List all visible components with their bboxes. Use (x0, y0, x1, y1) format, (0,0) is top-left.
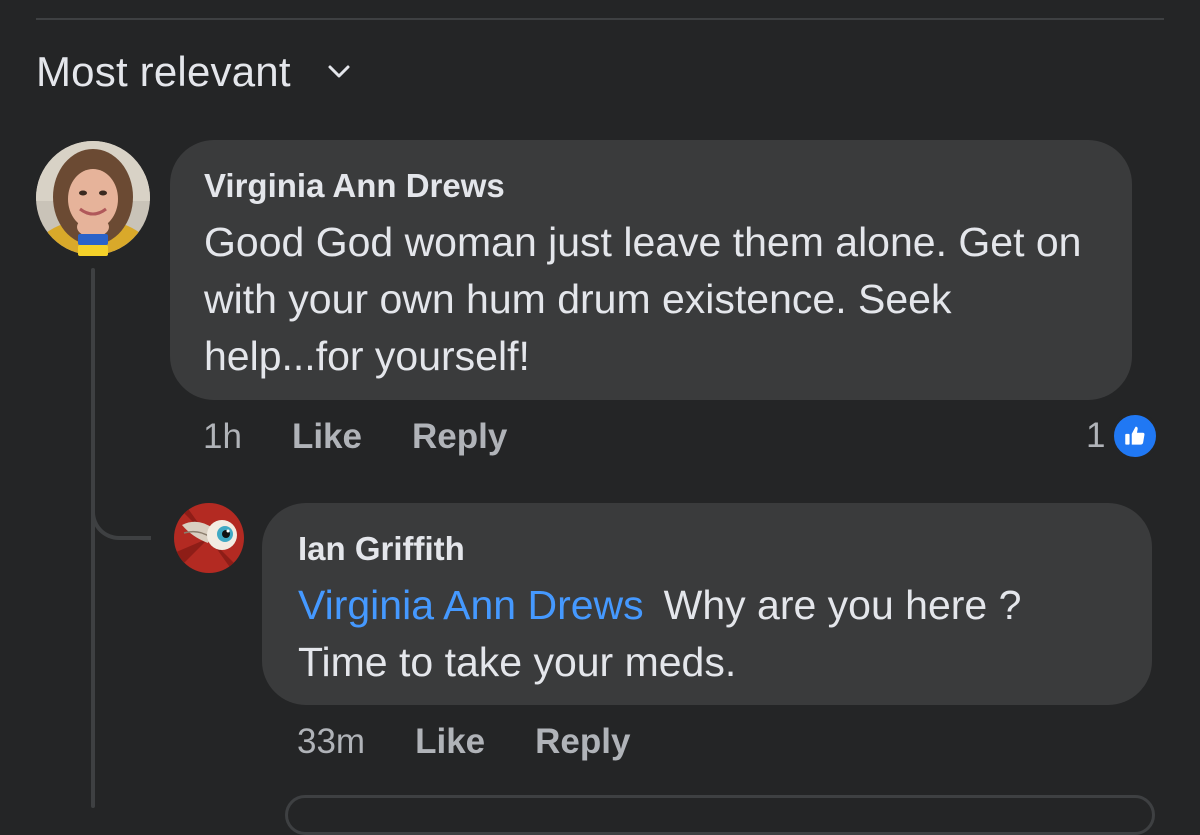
reaction-summary[interactable]: 1 (1086, 412, 1160, 460)
like-button[interactable]: Like (292, 415, 362, 459)
comment-text: Good God woman just leave them alone. Ge… (204, 214, 1098, 385)
reply-bubble[interactable]: Ian Griffith Virginia Ann Drews Why are y… (262, 503, 1152, 705)
avatar[interactable] (36, 141, 150, 256)
thread-line (91, 268, 95, 808)
comment-bubble[interactable]: Virginia Ann Drews Good God woman just l… (170, 140, 1132, 400)
reply-button[interactable]: Reply (412, 415, 507, 459)
top-divider (36, 18, 1164, 20)
ukraine-flag-icon (78, 234, 108, 256)
sort-label: Most relevant (36, 48, 291, 95)
reply-author[interactable]: Ian Griffith (298, 529, 1116, 569)
next-comment-edge (285, 795, 1155, 835)
reply-timestamp[interactable]: 33m (297, 720, 365, 764)
mention-link[interactable]: Virginia Ann Drews (298, 582, 644, 628)
thread-branch (91, 490, 151, 540)
chevron-down-icon[interactable] (325, 58, 353, 86)
reaction-count: 1 (1086, 416, 1106, 455)
like-button[interactable]: Like (415, 720, 485, 764)
winged-eyeball-avatar (174, 503, 244, 573)
comment-body: Good God woman just leave them alone. Ge… (204, 219, 1082, 379)
comment-author[interactable]: Virginia Ann Drews (204, 166, 1098, 206)
comment-timestamp[interactable]: 1h (203, 415, 242, 459)
thumbs-up-icon (1111, 412, 1160, 460)
avatar[interactable] (174, 503, 244, 573)
comment-actions: 1h Like Reply (203, 415, 557, 459)
reply-actions: 33m Like Reply (297, 720, 680, 764)
reply-text: Virginia Ann Drews Why are you here ? Tim… (298, 577, 1116, 691)
reply-button[interactable]: Reply (535, 720, 630, 764)
sort-dropdown[interactable]: Most relevant (36, 44, 353, 100)
